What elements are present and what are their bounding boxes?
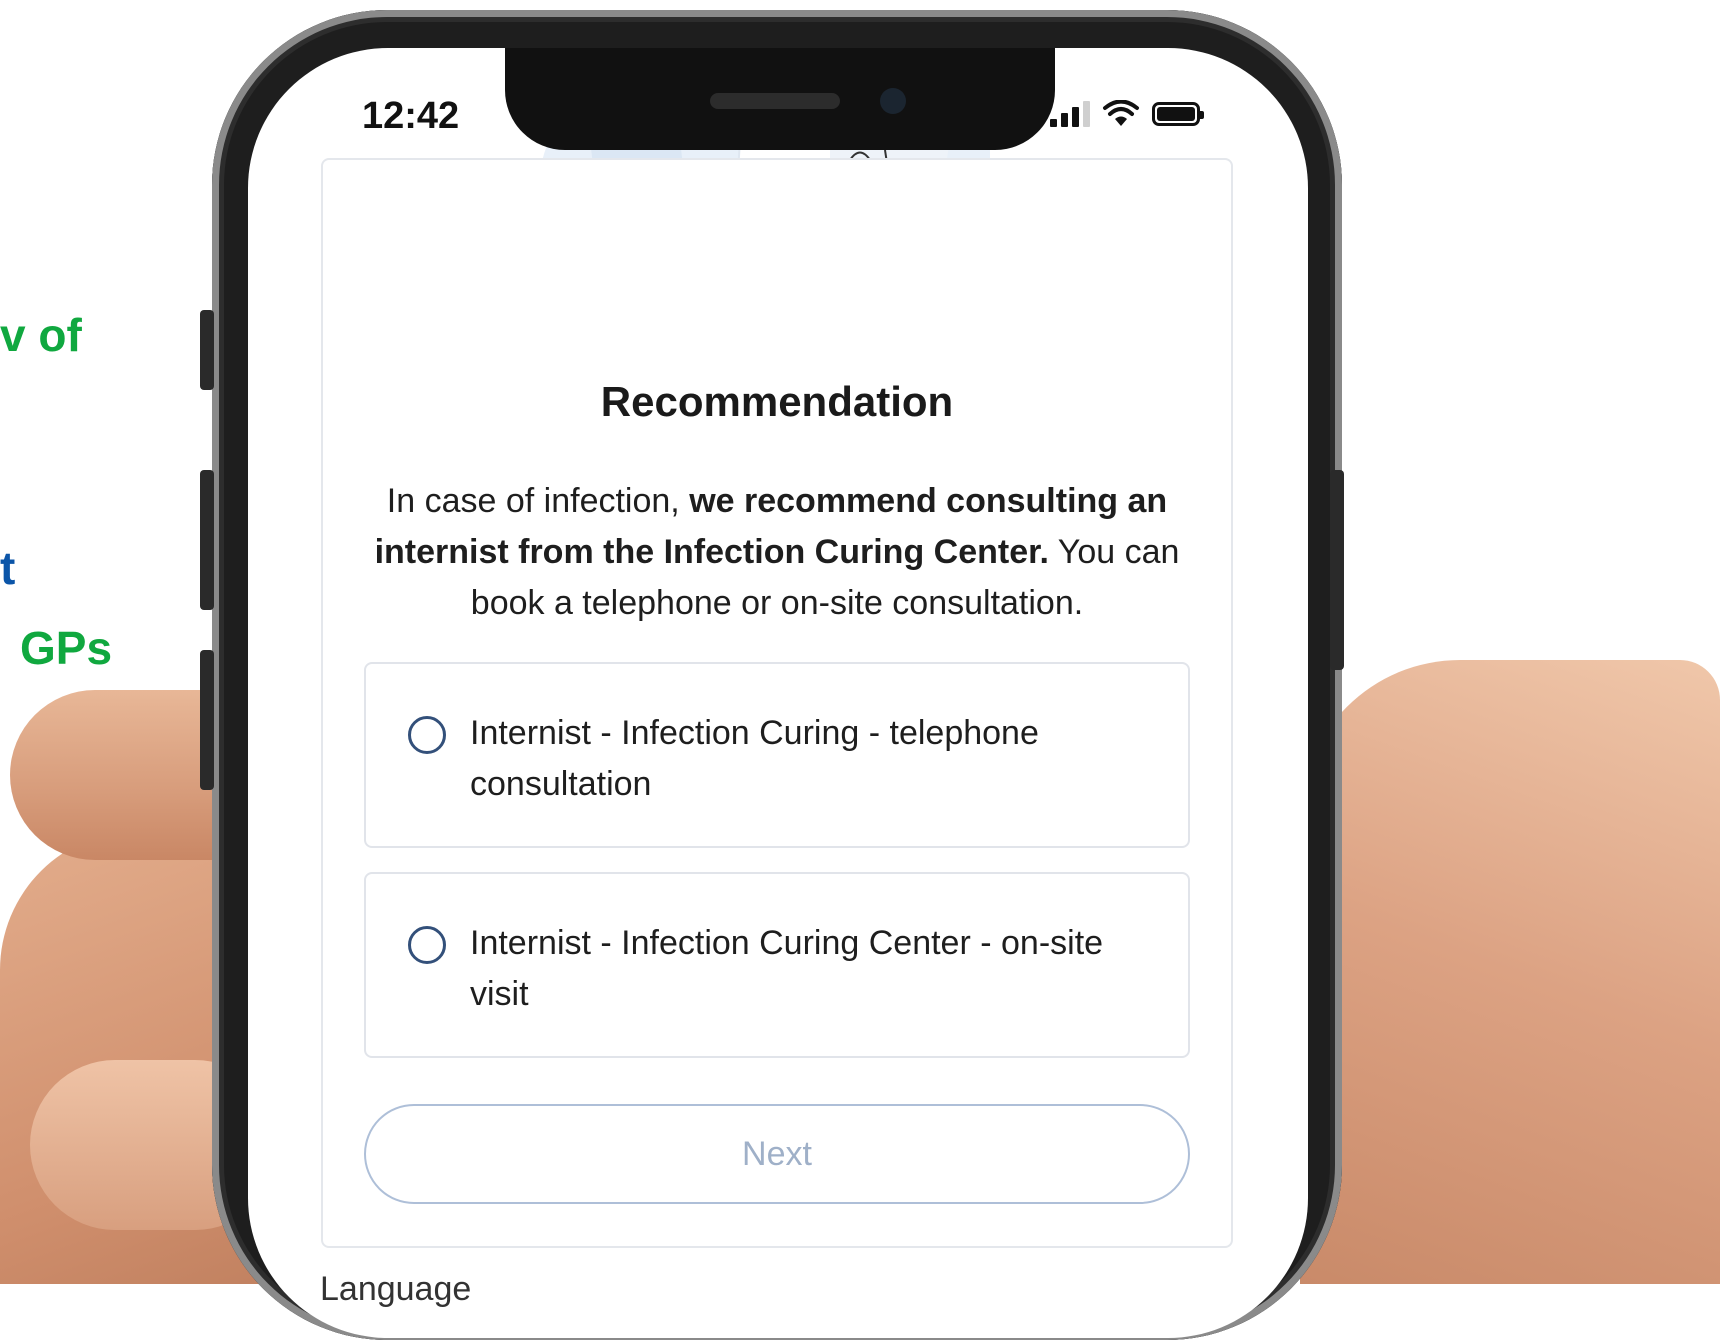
wifi-icon: [1103, 100, 1139, 126]
option-label: Internist - Infection Curing - telephone…: [470, 714, 1039, 803]
recommendation-description: In case of infection, we recommend consu…: [345, 476, 1209, 629]
signal-icon: [1050, 101, 1090, 127]
option-on-site-visit[interactable]: Internist - Infection Curing Center - on…: [364, 872, 1190, 1058]
slide-fragment-3: GPs: [20, 622, 113, 674]
status-time: 12:42: [362, 95, 460, 137]
phone-side-button: [200, 310, 214, 390]
phone-volume-down: [200, 650, 214, 790]
right-hand: [1300, 660, 1720, 1284]
phone-speaker: [710, 93, 840, 109]
page-number: 5: [1704, 1176, 1713, 1193]
radio-icon[interactable]: [408, 926, 446, 964]
phone-power-button: [1330, 470, 1344, 670]
page-title: Recommendation: [600, 378, 954, 425]
slide-fragment-2: t: [0, 542, 16, 594]
status-icons: [1050, 100, 1204, 128]
option-telephone-consultation[interactable]: Internist - Infection Curing - telephone…: [364, 662, 1190, 848]
option-label: Internist - Infection Curing Center - on…: [470, 924, 1104, 1013]
radio-icon[interactable]: [408, 716, 446, 754]
phone-camera: [880, 88, 906, 114]
phone-volume-up: [200, 470, 214, 610]
description-lead: In case of infection,: [386, 482, 690, 520]
slide-fragment-1: v of: [0, 309, 82, 361]
next-button[interactable]: Next: [364, 1104, 1190, 1204]
language-label[interactable]: Language: [320, 1270, 471, 1309]
battery-icon: [1152, 102, 1204, 126]
